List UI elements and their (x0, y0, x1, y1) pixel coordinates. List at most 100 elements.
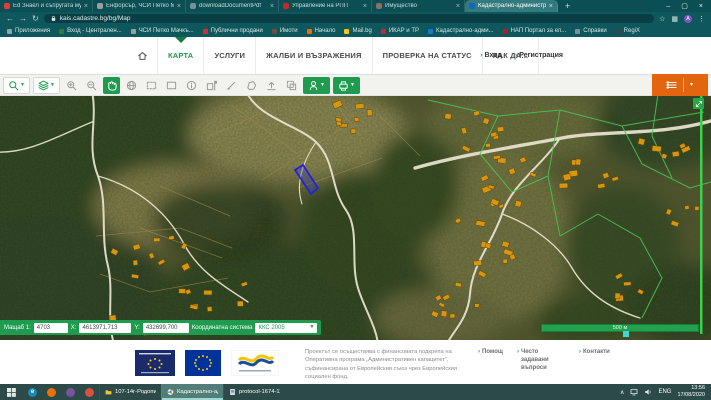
tray-chevron-icon[interactable]: ∧ (620, 389, 624, 396)
forward-button[interactable]: → (19, 14, 27, 23)
auth-link[interactable]: ›Вход (480, 52, 502, 59)
taskbar-item[interactable]: protocol-1674-11.0... (223, 384, 285, 400)
satellite-map (0, 96, 711, 340)
nav-item-услуги[interactable]: УСЛУГИ (203, 37, 255, 74)
dashed-rect-icon (146, 80, 157, 91)
bookmarks-bar: Приложения Вход - Централен... ЧСИ Петко… (0, 25, 711, 37)
menu-dots-icon[interactable]: ⋮ (698, 15, 705, 23)
maximize-button[interactable]: ▢ (681, 2, 688, 10)
language-indicator[interactable]: ENG (658, 389, 671, 395)
taskbar-clock[interactable]: 13:56 17/08/2020 (677, 385, 705, 399)
upload-button[interactable] (263, 77, 280, 94)
search-icon (8, 80, 19, 91)
system-tray: ∧ ENG 13:56 17/08/2020 (614, 385, 711, 399)
taskbar-item[interactable]: Кадастрално-адми... (161, 384, 223, 400)
parcel-info-button[interactable] (203, 77, 220, 94)
nav-item-карта[interactable]: КАРТА (157, 37, 203, 74)
browser-tabs: Ed Знаел и съпругата му : × Енфорсър, ЧС… (0, 0, 558, 12)
footer-link[interactable]: ›Често задавани въпроси (517, 349, 565, 372)
bookmark-favicon (272, 29, 277, 34)
footer-links: ›Помощ ›Често задавани въпроси ›Контакти (478, 349, 610, 372)
profile-avatar[interactable]: A (684, 15, 692, 23)
map-viewport[interactable]: Мащаб 1: 4703 X: 4613971,713 Y: 432699,7… (0, 96, 711, 340)
map-toolbar: ▼▼▼▼▼ (0, 74, 711, 96)
tab-close-icon[interactable]: × (456, 3, 460, 10)
bookmark-star-icon[interactable]: ☆ (659, 15, 665, 23)
legend-button[interactable]: ▼ (652, 74, 708, 96)
bookmark-item[interactable]: Справки (575, 28, 606, 34)
bookmark-item[interactable]: Публични продани (203, 28, 263, 34)
new-tab-button[interactable]: + (558, 0, 577, 12)
extension-icon[interactable]: ▦ (671, 15, 678, 23)
zoom-out-button[interactable] (83, 77, 100, 94)
footer-logos (135, 350, 279, 376)
fullscreen-button[interactable] (693, 98, 704, 109)
edge-icon[interactable]: e (28, 388, 37, 397)
tab-close-icon[interactable]: × (549, 3, 553, 10)
browser-tab[interactable]: downloadDocumentPdf × (186, 0, 279, 12)
home-icon[interactable] (128, 50, 157, 61)
nav-item-проверка-на-статус[interactable]: ПРОВЕРКА НА СТАТУС (372, 37, 482, 74)
select-area-button[interactable] (283, 77, 300, 94)
browser-tab[interactable]: Ed Знаел и съпругата му : × (0, 0, 93, 12)
bookmark-item[interactable]: RegiX (616, 28, 640, 34)
browser-tab[interactable]: Кадастрално-административн × (465, 0, 558, 12)
viber-icon[interactable] (66, 388, 75, 397)
lock-icon (50, 15, 57, 22)
reload-button[interactable]: ↻ (32, 14, 39, 23)
footer-link[interactable]: ›Контакти (579, 349, 610, 372)
address-bar[interactable]: kais.cadastre.bg/bg/Map (44, 14, 654, 23)
previous-extent-button[interactable] (163, 77, 180, 94)
map-edge-slider[interactable] (700, 96, 703, 334)
tab-close-icon[interactable]: × (363, 3, 367, 10)
bookmark-item[interactable]: Начало (307, 28, 336, 34)
zoom-in-button[interactable] (63, 77, 80, 94)
bookmark-item[interactable]: Mail.bg (344, 28, 371, 34)
footer-link[interactable]: ›Помощ (478, 349, 503, 372)
bookmark-item[interactable]: Имоти (272, 28, 298, 34)
pan-button[interactable] (103, 77, 120, 94)
crs-select[interactable]: ККС 2005 ▼ (255, 323, 317, 333)
tab-close-icon[interactable]: × (177, 3, 181, 10)
nav-item-жалби-и-възражения[interactable]: ЖАЛБИ И ВЪЗРАЖЕНИЯ (255, 37, 372, 74)
bookmark-item[interactable]: ИКАР и ТР (381, 28, 419, 34)
search-button[interactable]: ▼ (3, 77, 30, 94)
back-button[interactable]: ← (6, 14, 14, 23)
layers-button[interactable]: ▼ (33, 77, 60, 94)
tab-close-icon[interactable]: × (270, 3, 274, 10)
zoom-window-button[interactable] (143, 77, 160, 94)
minimize-button[interactable]: – (666, 3, 670, 10)
bookmark-item[interactable]: ЧСИ Петко Мачкъ... (131, 28, 194, 34)
tab-close-icon[interactable]: × (84, 3, 88, 10)
opac-logo (135, 350, 175, 376)
y-coordinate-input[interactable]: 432699,700 (143, 323, 189, 333)
start-button[interactable] (0, 388, 23, 397)
identify-button[interactable] (183, 77, 200, 94)
scale-input[interactable]: 4703 (34, 323, 68, 333)
browser-tab[interactable]: Управление на РПП × (279, 0, 372, 12)
screen: Ed Знаел и съпругата му : × Енфорсър, ЧС… (0, 0, 711, 400)
bookmark-item[interactable]: НАП Портал за ел... (503, 28, 567, 34)
display-icon[interactable] (630, 388, 638, 396)
browser-tab[interactable]: Енфорсър, ЧСИ Петко Мачкъ × (93, 0, 186, 12)
scale-bar-handle[interactable] (623, 331, 629, 337)
close-button[interactable]: × (699, 3, 703, 10)
firefox-icon[interactable] (47, 388, 56, 397)
hand-icon (106, 80, 117, 91)
taskbar-item[interactable]: 107-14г-Родопи Др... (99, 384, 161, 400)
bookmark-item[interactable]: Приложения (7, 28, 50, 34)
draw-polygon-button[interactable] (243, 77, 260, 94)
print-button[interactable]: ▼ (333, 77, 360, 94)
speaker-icon[interactable] (644, 388, 652, 396)
bookmark-item[interactable]: Кадастрално-адми... (428, 28, 494, 34)
map-scale-bar: 500 м (541, 324, 699, 332)
browser-tab[interactable]: Имущество × (372, 0, 465, 12)
bookmark-item[interactable]: Вход - Централен... (59, 28, 122, 34)
full-extent-button[interactable] (123, 77, 140, 94)
location-button[interactable]: ▼ (303, 77, 330, 94)
auth-link[interactable]: ›Регистрация (515, 52, 563, 59)
chrome-icon (167, 388, 174, 396)
browser-icon[interactable] (85, 388, 94, 397)
measure-button[interactable] (223, 77, 240, 94)
x-coordinate-input[interactable]: 4613971,713 (79, 323, 131, 333)
